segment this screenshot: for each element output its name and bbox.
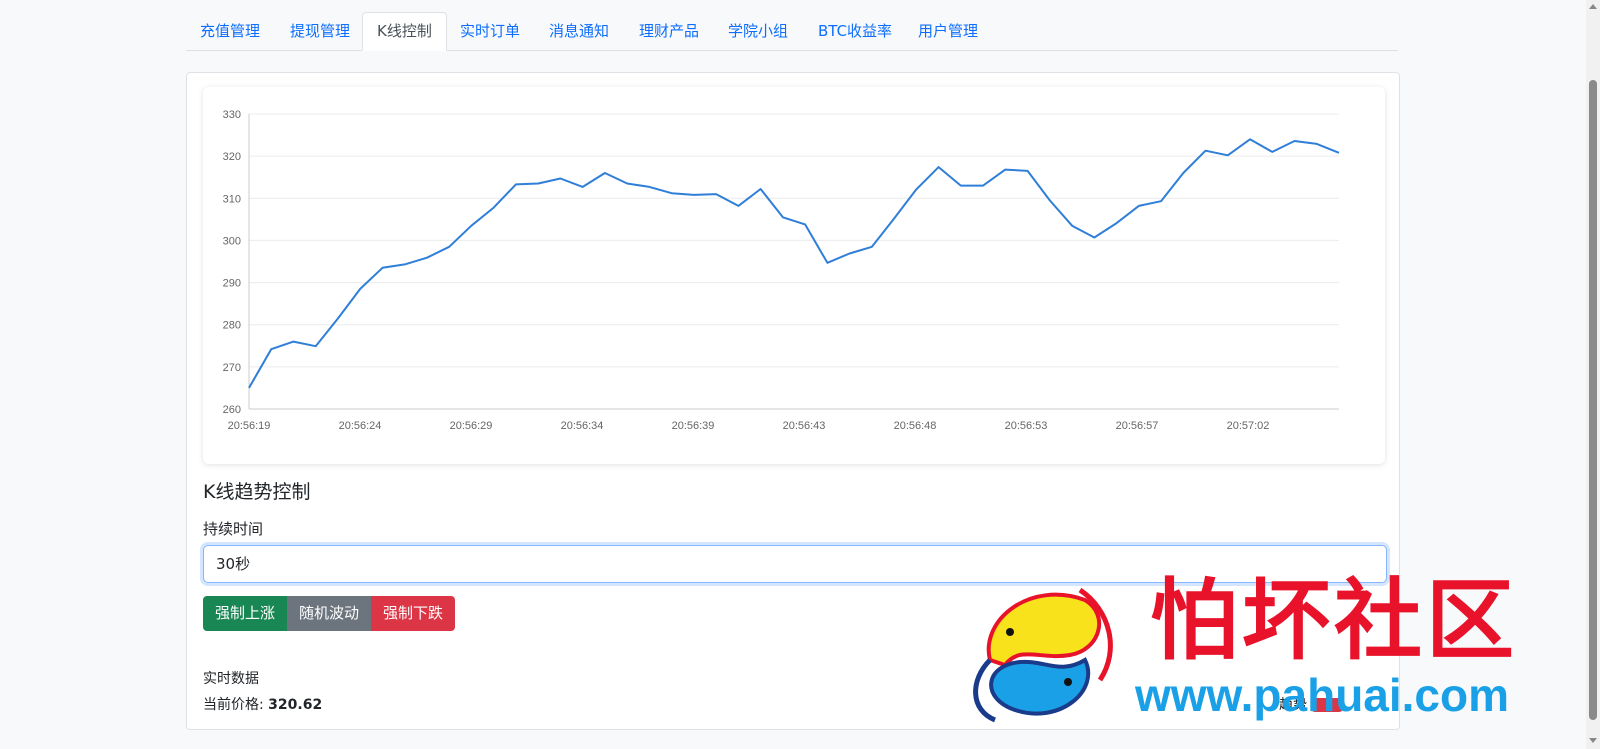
scroll-up-icon[interactable] (1589, 4, 1597, 9)
y-tick-label: 330 (223, 109, 241, 121)
x-tick-label: 20:57:02 (1227, 420, 1270, 432)
x-tick-label: 20:56:34 (561, 420, 604, 432)
force-down-button[interactable]: 强制下跌 (371, 596, 456, 631)
fish-logo-icon (973, 587, 1113, 723)
trend-button-group: 强制上涨 随机波动 强制下跌 (203, 596, 456, 631)
price-label: 当前价格: (203, 697, 264, 713)
tab-academy[interactable]: 学院小组 (714, 12, 802, 50)
tab-withdraw[interactable]: 提现管理 (276, 12, 364, 50)
force-up-button[interactable]: 强制上涨 (203, 596, 288, 631)
price-value: 320.62 (268, 697, 323, 713)
tab-finance-products[interactable]: 理财产品 (625, 12, 713, 50)
current-price: 当前价格: 320.62 (203, 694, 322, 714)
tab-recharge[interactable]: 充值管理 (186, 12, 274, 50)
x-tick-label: 20:56:53 (1005, 420, 1048, 432)
tab-btc-yield[interactable]: BTC收益率 (804, 12, 906, 50)
scroll-thumb[interactable] (1589, 80, 1597, 720)
page-scrollbar[interactable] (1586, 0, 1600, 749)
y-tick-label: 320 (223, 151, 241, 163)
price-series-line (248, 138, 1340, 389)
x-tick-label: 20:56:43 (783, 420, 826, 432)
duration-label: 持续时间 (203, 520, 264, 538)
tab-kline[interactable]: K线控制 (362, 12, 447, 51)
tab-orders[interactable]: 实时订单 (446, 12, 534, 50)
x-tick-label: 20:56:19 (228, 420, 271, 432)
x-tick-label: 20:56:24 (339, 420, 382, 432)
y-tick-label: 300 (223, 235, 241, 247)
tab-bar: 充值管理 提现管理 K线控制 实时订单 消息通知 理财产品 学院小组 BTC收益… (186, 12, 1398, 51)
x-tick-label: 20:56:29 (450, 420, 493, 432)
random-button[interactable]: 随机波动 (287, 596, 372, 631)
y-tick-label: 270 (223, 362, 241, 374)
section-title: K线趋势控制 (203, 481, 311, 503)
x-tick-label: 20:56:57 (1116, 420, 1159, 432)
watermark-title: 怕坏社区 (1150, 568, 1519, 672)
price-chart: 260 270 280 290 300 310 320 330 20:56:19 20:56:24… (203, 87, 1385, 464)
watermark: 怕坏社区 www.pahuai.com (960, 570, 1580, 740)
tab-users[interactable]: 用户管理 (904, 12, 992, 50)
x-tick-label: 20:56:39 (672, 420, 715, 432)
y-tick-label: 280 (223, 320, 241, 332)
y-tick-label: 260 (223, 404, 241, 416)
y-tick-label: 310 (223, 193, 241, 205)
scroll-down-icon[interactable] (1589, 738, 1597, 743)
tab-notifications[interactable]: 消息通知 (535, 12, 623, 50)
watermark-url: www.pahuai.com (1135, 669, 1510, 721)
realtime-title: 实时数据 (203, 671, 259, 687)
y-tick-label: 290 (223, 278, 241, 290)
x-tick-label: 20:56:48 (894, 420, 937, 432)
line-chart-svg: 260 270 280 290 300 310 320 330 20:56:19 20:56:24… (223, 109, 1340, 432)
